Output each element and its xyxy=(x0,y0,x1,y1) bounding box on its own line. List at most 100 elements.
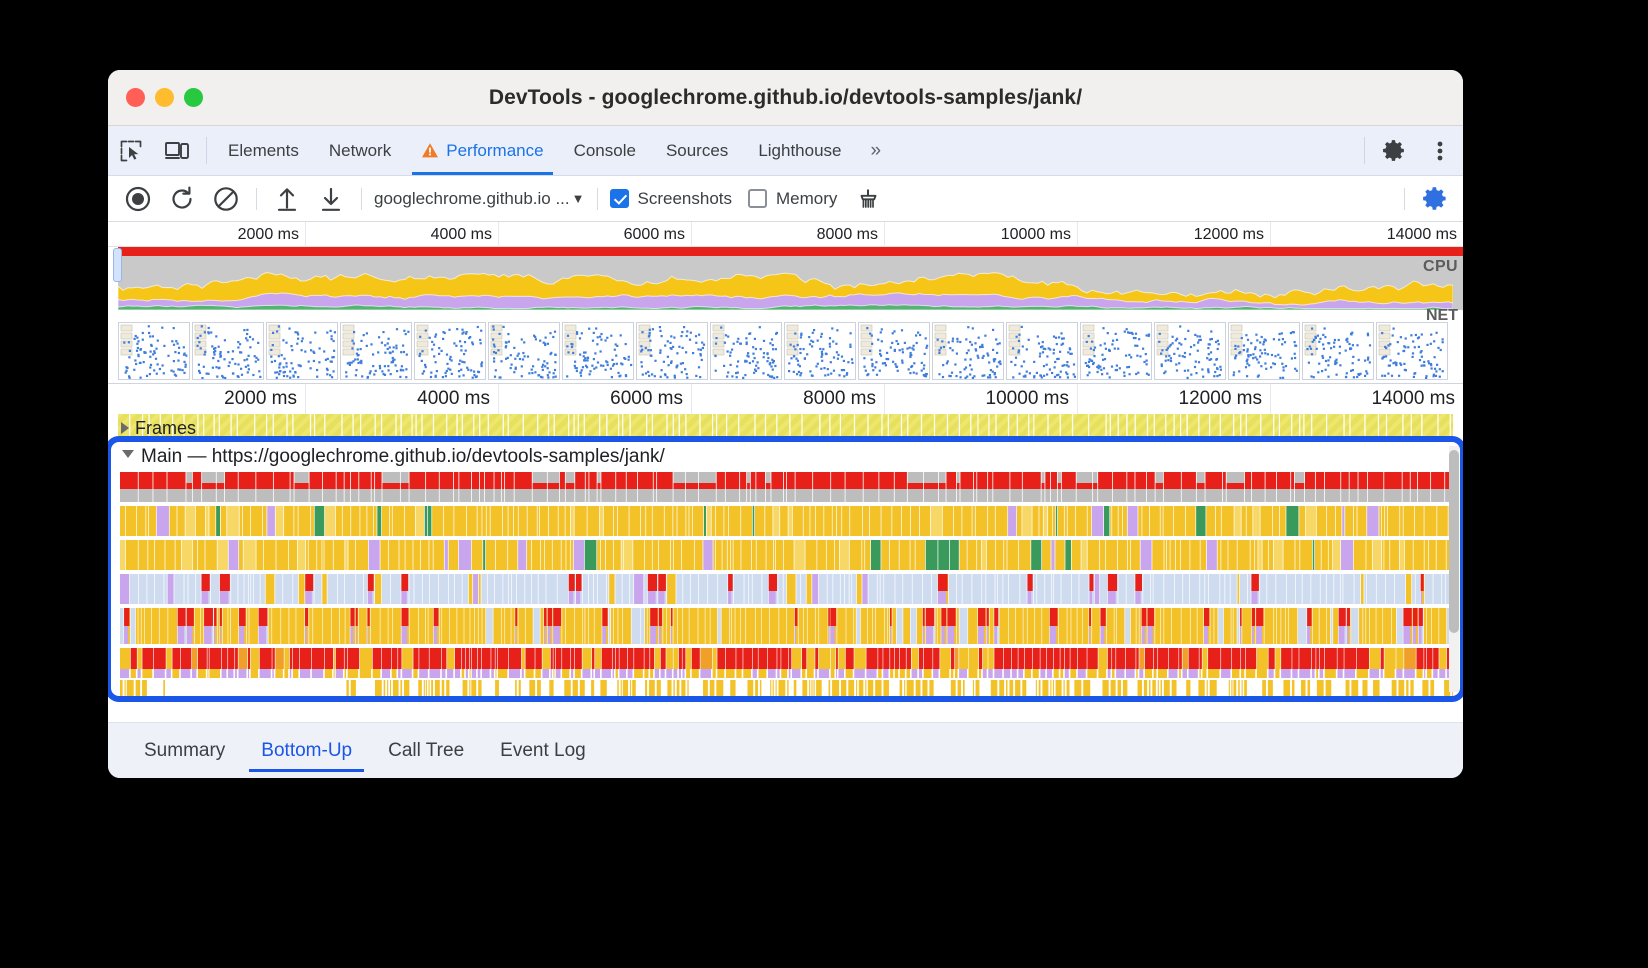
flame-bar xyxy=(1288,608,1298,644)
frame-bar xyxy=(989,414,996,442)
record-button[interactable] xyxy=(116,179,160,219)
flame-bar xyxy=(716,483,725,489)
flame-bar xyxy=(1136,669,1138,678)
tabbar-divider-right xyxy=(1364,137,1365,164)
timeline-overview[interactable]: 2000 ms 4000 ms 6000 ms 8000 ms 10000 ms 1200… xyxy=(108,222,1463,384)
flame-bar xyxy=(515,680,517,696)
frames-track-header[interactable]: Frames xyxy=(121,414,202,442)
tab-elements[interactable]: Elements xyxy=(213,126,314,175)
gear-icon[interactable] xyxy=(1371,126,1417,175)
flame-bar xyxy=(1418,608,1423,626)
screenshots-checkbox[interactable]: Screenshots xyxy=(609,189,732,209)
flame-bar xyxy=(120,489,138,502)
ruler-tick: 2000 ms xyxy=(113,222,306,247)
memory-checkbox[interactable]: Memory xyxy=(748,189,837,209)
cpu-overview-pane[interactable]: CPU xyxy=(108,256,1463,310)
filmstrip-thumbnail[interactable] xyxy=(414,322,486,380)
flame-bar xyxy=(1055,506,1058,536)
filmstrip-thumbnail[interactable] xyxy=(266,322,338,380)
flame-bar xyxy=(335,669,343,678)
flame-bar xyxy=(1024,669,1032,678)
flame-bar xyxy=(1116,669,1125,678)
flame-bar xyxy=(899,648,906,669)
load-profile-icon[interactable] xyxy=(265,179,309,219)
flame-bar xyxy=(1149,680,1151,696)
network-overview-pane[interactable]: NET xyxy=(108,307,1463,324)
tab-performance[interactable]: Performance xyxy=(406,126,558,175)
device-toolbar-icon[interactable] xyxy=(154,126,200,175)
flame-bar xyxy=(995,574,998,604)
tab-network[interactable]: Network xyxy=(314,126,406,175)
main-track-header[interactable]: Main — https://googlechrome.github.io/de… xyxy=(108,442,1463,472)
clear-recording-icon[interactable] xyxy=(204,179,248,219)
flame-bar xyxy=(327,574,338,604)
maximize-window-button[interactable] xyxy=(184,88,203,107)
overview-window-left-handle[interactable] xyxy=(113,248,122,282)
tab-bottom-up[interactable]: Bottom-Up xyxy=(243,723,370,778)
flame-bar xyxy=(1324,669,1336,678)
inspect-element-icon[interactable] xyxy=(108,126,154,175)
flame-bar xyxy=(314,506,325,536)
filmstrip-thumbnail[interactable] xyxy=(192,322,264,380)
filmstrip-thumbnail[interactable] xyxy=(636,322,708,380)
minimize-window-button[interactable] xyxy=(155,88,174,107)
filmstrip-pane[interactable] xyxy=(108,320,1463,384)
filmstrip-thumbnail[interactable] xyxy=(1302,322,1374,380)
save-profile-icon[interactable] xyxy=(309,179,353,219)
flame-bar xyxy=(535,669,541,678)
filmstrip-thumbnail[interactable] xyxy=(562,322,634,380)
flame-bar xyxy=(1157,680,1159,696)
reload-and-record-icon[interactable] xyxy=(160,179,204,219)
filmstrip-thumbnail[interactable] xyxy=(488,322,560,380)
flame-bar xyxy=(290,483,294,489)
flame-bar xyxy=(1337,648,1344,669)
filmstrip-thumbnail[interactable] xyxy=(784,322,856,380)
kebab-menu-icon[interactable] xyxy=(1417,126,1463,175)
flame-bar xyxy=(703,506,706,536)
tab-console[interactable]: Console xyxy=(559,126,651,175)
flame-bar xyxy=(593,574,597,604)
flame-bar xyxy=(375,489,382,502)
filmstrip-thumbnail[interactable] xyxy=(118,322,190,380)
collect-garbage-icon[interactable] xyxy=(847,179,891,219)
flame-bar xyxy=(550,669,552,678)
flame-bar xyxy=(747,680,754,696)
flame-bar xyxy=(1327,506,1336,536)
main-scrollbar-thumb[interactable] xyxy=(1449,450,1459,633)
frames-track[interactable]: Frames xyxy=(118,414,1463,442)
flame-bar xyxy=(1415,574,1420,604)
tab-sources[interactable]: Sources xyxy=(651,126,743,175)
filmstrip-thumbnail[interactable] xyxy=(1228,322,1300,380)
filmstrip-thumbnail[interactable] xyxy=(932,322,1004,380)
flame-bar xyxy=(988,506,995,536)
flame-bar xyxy=(1316,680,1324,696)
flame-bar xyxy=(1107,574,1118,591)
flame-bar xyxy=(194,608,200,644)
main-thread-track[interactable]: Main — https://googlechrome.github.io/de… xyxy=(108,442,1463,696)
recording-url-select[interactable]: googlechrome.github.io ... ▼ xyxy=(370,189,589,209)
flame-bar xyxy=(1149,506,1160,536)
flame-bar xyxy=(767,648,777,669)
flame-bar xyxy=(879,483,894,489)
flame-bar xyxy=(501,489,505,502)
tab-lighthouse[interactable]: Lighthouse xyxy=(743,126,856,175)
tab-event-log[interactable]: Event Log xyxy=(482,723,604,778)
filmstrip-thumbnail[interactable] xyxy=(1154,322,1226,380)
more-tabs-icon[interactable]: » xyxy=(857,126,896,175)
filmstrip-thumbnail[interactable] xyxy=(858,322,930,380)
flame-bar xyxy=(870,540,881,570)
filmstrip-thumbnail[interactable] xyxy=(1006,322,1078,380)
capture-settings-gear-icon[interactable] xyxy=(1413,179,1457,219)
frame-bar xyxy=(1241,414,1246,442)
flame-chart[interactable] xyxy=(120,472,1463,696)
close-window-button[interactable] xyxy=(126,88,145,107)
tab-call-tree[interactable]: Call Tree xyxy=(370,723,482,778)
flame-bar xyxy=(1203,626,1208,644)
filmstrip-thumbnail[interactable] xyxy=(340,322,412,380)
flame-bar xyxy=(1061,483,1076,489)
tab-summary[interactable]: Summary xyxy=(126,723,243,778)
filmstrip-thumbnail[interactable] xyxy=(1376,322,1448,380)
filmstrip-thumbnail[interactable] xyxy=(1080,322,1152,380)
thumbnail-image xyxy=(1156,324,1222,379)
filmstrip-thumbnail[interactable] xyxy=(710,322,782,380)
